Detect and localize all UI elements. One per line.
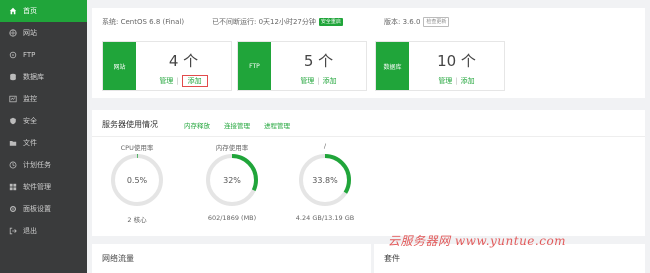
add-site-link[interactable]: 添加: [181, 75, 208, 87]
network-traffic-panel: 网络流量: [92, 244, 371, 273]
system-info-bar: 系统: CentOS 6.8 (Final) 已不间断运行: 0天12小时27分…: [92, 8, 645, 34]
uptime-text: 已不间断运行: 0天12小时27分钟: [212, 18, 316, 26]
card-count: 10 个: [437, 52, 476, 70]
sidebar-item-home[interactable]: 首页: [0, 0, 87, 22]
cpu-gauge-value: 0.5%: [126, 176, 148, 185]
ftp-count-card: FTP 5 个 管理 | 添加: [237, 41, 367, 91]
release-memory-link[interactable]: 内存释放: [184, 120, 210, 130]
sidebar-item-monitor[interactable]: 监控: [0, 88, 87, 110]
server-usage-panel: 服务器使用情况 内存释放 连接管理 进程管理 CPU使用率 0.5% 2 核心 …: [92, 110, 645, 236]
memory-gauge-title: 内存使用率: [215, 144, 249, 152]
version-text: 版本: 3.6.0: [384, 18, 421, 26]
process-manage-link[interactable]: 进程管理: [264, 120, 290, 130]
settings-icon: [8, 205, 17, 214]
sidebar-item-settings[interactable]: 面板设置: [0, 198, 87, 220]
disk-gauge-value: 33.8%: [312, 176, 338, 185]
connection-manage-link[interactable]: 连接管理: [224, 120, 250, 130]
add-link[interactable]: 添加: [323, 77, 337, 85]
folder-icon: [8, 139, 17, 148]
disk-detail-text: 4.24 GB/13.19 GB: [295, 214, 355, 222]
sidebar-item-label: FTP: [23, 51, 36, 59]
clock-icon: [8, 161, 17, 170]
sidebar-item-sites[interactable]: 网站: [0, 22, 87, 44]
sidebar-item-label: 计划任务: [23, 161, 51, 169]
check-update-button[interactable]: 检查更新: [423, 17, 450, 27]
sidebar-item-label: 监控: [23, 95, 37, 103]
memory-gauge-value: 32%: [223, 176, 241, 185]
sidebar-item-label: 退出: [23, 227, 37, 235]
sidebar-item-label: 首页: [23, 7, 37, 15]
secure-restart-button[interactable]: 安全重启: [318, 18, 343, 26]
card-label: 数据库: [376, 42, 409, 90]
system-os-text: 系统: CentOS 6.8 (Final): [102, 18, 185, 26]
logout-icon: [8, 227, 17, 236]
apps-icon: [8, 183, 17, 192]
card-actions: 管理 | 添加: [438, 77, 475, 85]
sidebar-item-security[interactable]: 安全: [0, 110, 87, 132]
memory-detail-text: 602/1869 (MB): [207, 214, 257, 222]
sidebar-item-database[interactable]: 数据库: [0, 66, 87, 88]
card-count: 4 个: [168, 52, 199, 70]
globe-icon: [8, 29, 17, 38]
sidebar-item-label: 数据库: [23, 73, 44, 81]
manage-link[interactable]: 管理: [438, 77, 452, 85]
plugins-title: 套件: [384, 254, 400, 263]
database-icon: [8, 73, 17, 82]
monitor-icon: [8, 95, 17, 104]
sidebar-item-label: 文件: [23, 139, 37, 147]
divider: [92, 136, 645, 137]
network-title: 网络流量: [102, 254, 134, 263]
card-actions: 管理 | 添加: [136, 75, 231, 87]
card-count: 5 个: [303, 52, 334, 70]
add-link[interactable]: 添加: [461, 77, 475, 85]
disk-gauge-title: /: [323, 142, 327, 150]
sidebar-item-ftp[interactable]: FTP: [0, 44, 87, 66]
cpu-gauge-title: CPU使用率: [120, 144, 154, 152]
sidebar-item-label: 网站: [23, 29, 37, 37]
usage-title: 服务器使用情况: [102, 120, 158, 129]
shield-icon: [8, 117, 17, 126]
sidebar-item-logout[interactable]: 退出: [0, 220, 87, 242]
sidebar-item-software[interactable]: 软件管理: [0, 176, 87, 198]
sidebar-item-label: 面板设置: [23, 205, 51, 213]
home-icon: [8, 7, 17, 16]
sidebar-item-cron[interactable]: 计划任务: [0, 154, 87, 176]
site-count-card: 网站 4 个 管理 | 添加: [102, 41, 232, 91]
panel-version: 版本: 3.6.0 检查更新: [384, 17, 450, 27]
ftp-icon: [8, 51, 17, 60]
sidebar: 首页 网站 FTP 数据库 监控 安全 文件 计划任务 软件管理 面板设置 退出: [0, 0, 87, 273]
card-actions: 管理 | 添加: [300, 77, 337, 85]
cpu-cores-text: 2 核心: [127, 216, 147, 224]
sidebar-item-files[interactable]: 文件: [0, 132, 87, 154]
database-count-card: 数据库 10 个 管理 | 添加: [375, 41, 505, 91]
manage-link[interactable]: 管理: [300, 77, 314, 85]
watermark-text: 云服务器网 www.yuntue.com: [388, 234, 567, 248]
card-label: FTP: [238, 42, 271, 90]
system-uptime: 已不间断运行: 0天12小时27分钟 安全重启: [212, 17, 343, 27]
sidebar-item-label: 安全: [23, 117, 37, 125]
card-label: 网站: [103, 42, 136, 90]
sidebar-item-label: 软件管理: [23, 183, 51, 191]
manage-link[interactable]: 管理: [159, 77, 173, 85]
stats-panel: 网站 4 个 管理 | 添加 FTP 5 个 管理 | 添加 数据库 10 个 管理 | 添…: [92, 34, 645, 98]
